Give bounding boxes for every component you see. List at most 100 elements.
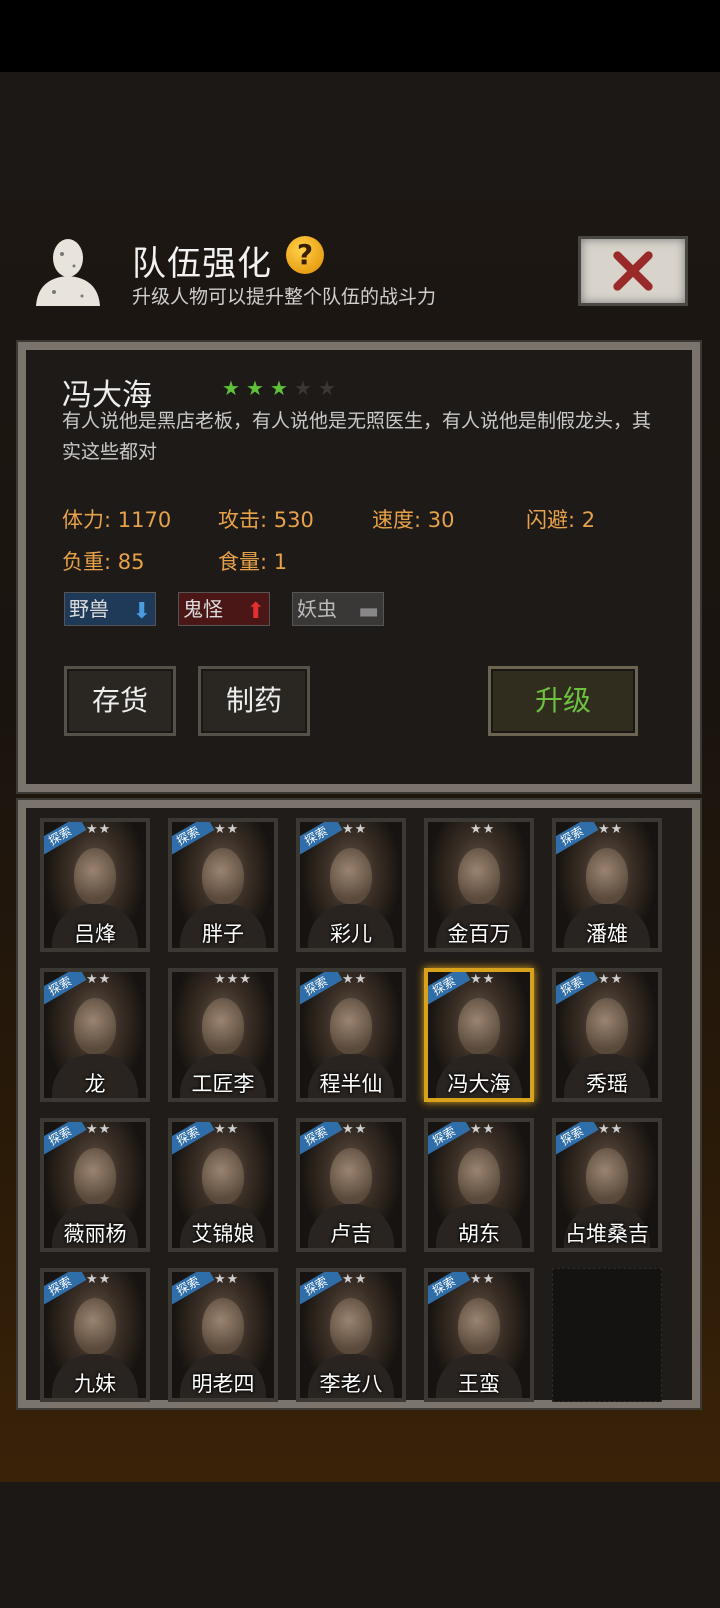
stat-speed: 速度: 30 — [372, 508, 455, 532]
star-icon: ★ — [318, 376, 336, 400]
portrait-face — [330, 848, 372, 904]
character-name: 吕烽 — [74, 922, 116, 946]
character-stars: ★★★ — [214, 972, 252, 987]
tag-bug: 妖虫 ▬ — [292, 592, 384, 626]
star-icon: ★ — [270, 376, 288, 400]
character-name: 卢吉 — [330, 1222, 372, 1246]
portrait-face — [330, 1298, 372, 1354]
character-stars: ★★ — [86, 1122, 112, 1137]
character-name: 李老八 — [319, 1372, 383, 1396]
character-name: 薇丽杨 — [63, 1222, 127, 1246]
portrait-face — [202, 1148, 244, 1204]
hero-description: 有人说他是黑店老板，有人说他是无照医生，有人说他是制假龙头，其实这些都对 — [62, 410, 652, 463]
character-name: 艾锦娘 — [191, 1222, 255, 1246]
empty-slot — [552, 1268, 662, 1402]
status-bar — [0, 0, 720, 72]
character-card[interactable]: ★★ 探索 薇丽杨 — [40, 1118, 150, 1252]
character-stars: ★★ — [342, 1122, 368, 1137]
stat-appetite: 食量: 1 — [218, 550, 288, 574]
character-name: 占堆桑吉 — [565, 1222, 649, 1246]
star-icon: ★ — [246, 376, 264, 400]
store-button[interactable]: 存货 — [64, 666, 176, 736]
portrait-face — [330, 998, 372, 1054]
character-roster: ★★ 探索 吕烽 ★★ 探索 胖子 ★★ 探索 彩儿 ★★ 金百万 ★★ 探索 潘雄 ★★ 探索龙 ★★★ 工匠李… — [16, 798, 702, 1410]
character-name: 胡东 — [458, 1222, 500, 1246]
character-stars: ★★ — [470, 822, 496, 837]
hero-rating-stars: ★ ★ ★ ★ ★ — [222, 378, 338, 398]
help-icon[interactable]: ? — [286, 236, 324, 274]
tag-beast-label: 野兽 — [69, 597, 109, 621]
character-card[interactable]: ★★ 探索 卢吉 — [296, 1118, 406, 1252]
portrait-face — [74, 848, 116, 904]
stat-stamina: 体力: 1170 — [62, 508, 172, 532]
character-card[interactable]: ★★ 探索 王蛮 — [424, 1268, 534, 1402]
character-stars: ★★ — [214, 1272, 240, 1287]
tag-beast: 野兽 ⬇ — [64, 592, 156, 626]
hero-detail-frame: 冯大海 ★ ★ ★ ★ ★ 有人说他是黑店老板，有人说他是无照医生，有人说他是制假龙头，… — [16, 340, 702, 794]
character-card[interactable]: ★★ 探索 胡东 — [424, 1118, 534, 1252]
character-stars: ★★ — [342, 822, 368, 837]
upgrade-button[interactable]: 升级 — [488, 666, 638, 736]
character-stars: ★★ — [86, 972, 112, 987]
portrait-face — [458, 998, 500, 1054]
character-name: 明老四 — [191, 1372, 255, 1396]
portrait-face — [458, 1298, 500, 1354]
star-icon: ★ — [294, 376, 312, 400]
character-name: 秀瑶 — [586, 1072, 628, 1096]
stat-dodge: 闪避: 2 — [526, 508, 596, 532]
stat-attack: 攻击: 530 — [218, 508, 314, 532]
panel-subtitle: 升级人物可以提升整个队伍的战斗力 — [132, 286, 437, 308]
character-card[interactable]: ★★ 探索 胖子 — [168, 818, 278, 952]
character-card[interactable]: ★★ 探索 程半仙 — [296, 968, 406, 1102]
arrow-down-icon: ⬇ — [132, 599, 151, 624]
portrait-face — [202, 1298, 244, 1354]
portrait-face — [458, 1148, 500, 1204]
character-name: 程半仙 — [319, 1072, 383, 1096]
character-card[interactable]: ★★ 探索 明老四 — [168, 1268, 278, 1402]
character-stars: ★★ — [342, 972, 368, 987]
portrait-face — [586, 848, 628, 904]
character-card[interactable]: ★★ 探索 吕烽 — [40, 818, 150, 952]
character-card[interactable]: ★★ 探索 秀瑶 — [552, 968, 662, 1102]
portrait-face — [458, 848, 500, 904]
character-card[interactable]: ★★ 探索 彩儿 — [296, 818, 406, 952]
arrow-up-icon: ⬆ — [246, 599, 265, 624]
portrait-face — [586, 998, 628, 1054]
tag-bug-label: 妖虫 — [297, 597, 337, 621]
star-icon: ★ — [222, 376, 240, 400]
portrait-face — [202, 848, 244, 904]
character-card[interactable]: ★★ 探索 冯大海 — [424, 968, 534, 1102]
tag-ghost: 鬼怪 ⬆ — [178, 592, 270, 626]
character-name: 冯大海 — [447, 1072, 511, 1096]
avatar-silhouette-icon — [36, 239, 100, 306]
character-stars: ★★ — [86, 1272, 112, 1287]
panel-title: 队伍强化 — [132, 244, 272, 284]
character-card[interactable]: ★★ 金百万 — [424, 818, 534, 952]
character-card[interactable]: ★★ 探索 九妹 — [40, 1268, 150, 1402]
portrait-face — [74, 1148, 116, 1204]
team-upgrade-panel: 队伍强化 ? 升级人物可以提升整个队伍的战斗力 冯大海 ★ ★ ★ ★ ★ 有人说他是黑… — [0, 200, 720, 1482]
character-card[interactable]: ★★★ 工匠李 — [168, 968, 278, 1102]
character-stars: ★★ — [470, 972, 496, 987]
close-button[interactable] — [578, 236, 688, 306]
medicine-button[interactable]: 制药 — [198, 666, 310, 736]
character-stars: ★★ — [598, 972, 624, 987]
close-icon — [613, 251, 653, 291]
character-stars: ★★ — [214, 822, 240, 837]
neutral-dash-icon: ▬ — [358, 599, 379, 624]
portrait-face — [202, 998, 244, 1054]
character-card[interactable]: ★★ 探索 艾锦娘 — [168, 1118, 278, 1252]
character-stars: ★★ — [470, 1272, 496, 1287]
character-name: 工匠李 — [191, 1072, 255, 1096]
character-name: 胖子 — [202, 922, 244, 946]
character-stars: ★★ — [86, 822, 112, 837]
character-card[interactable]: ★★ 探索 李老八 — [296, 1268, 406, 1402]
character-card[interactable]: ★★ 探索龙 — [40, 968, 150, 1102]
portrait-face — [74, 998, 116, 1054]
portrait-face — [330, 1148, 372, 1204]
character-stars: ★★ — [470, 1122, 496, 1137]
character-card[interactable]: ★★ 探索 潘雄 — [552, 818, 662, 952]
character-name: 金百万 — [447, 922, 511, 946]
character-card[interactable]: ★★ 探索 占堆桑吉 — [552, 1118, 662, 1252]
tag-ghost-label: 鬼怪 — [183, 597, 223, 621]
